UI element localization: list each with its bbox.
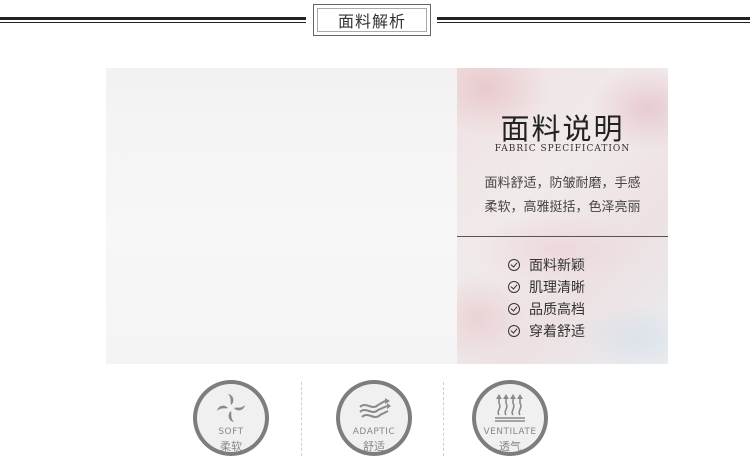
feature-label: 品质高档 <box>529 302 585 318</box>
check-circle-icon <box>508 259 520 271</box>
feature-label: 穿着舒适 <box>529 324 585 340</box>
feature-list: 面料新颖 肌理清晰 品质高档 穿着舒适 <box>508 254 585 342</box>
badge-label-en: SOFT <box>218 427 244 437</box>
spec-divider <box>457 236 668 237</box>
header-rule-left <box>0 15 306 27</box>
soft-icon <box>217 394 245 422</box>
feature-item: 品质高档 <box>508 298 585 320</box>
badge-label-en: VENTILATE <box>483 427 537 437</box>
check-circle-icon <box>508 325 520 337</box>
feature-item: 面料新颖 <box>508 254 585 276</box>
check-circle-icon <box>508 281 520 293</box>
divider <box>443 382 444 456</box>
section-title-box: 面料解析 <box>313 4 431 36</box>
check-circle-icon <box>508 303 520 315</box>
adaptic-icon <box>359 398 391 418</box>
section-title: 面料解析 <box>317 8 427 32</box>
badge-label-zh: 柔软 <box>220 440 242 453</box>
spec-description: 面料舒适，防皱耐磨，手感 柔软，高雅挺括，色泽亮丽 <box>457 172 668 220</box>
soft-badge: SOFT 柔软 <box>193 380 269 456</box>
feature-label: 肌理清晰 <box>529 280 585 296</box>
ventilate-icon <box>495 394 525 422</box>
spec-description-line: 面料舒适，防皱耐磨，手感 <box>484 176 641 191</box>
fabric-panel: 面料说明 FABRIC SPECIFICATION 面料舒适，防皱耐磨，手感 柔… <box>106 68 668 364</box>
spec-subtitle: FABRIC SPECIFICATION <box>494 144 631 154</box>
spec-title: 面料说明 <box>500 112 625 146</box>
badge-label-zh: 透气 <box>499 440 521 453</box>
feature-item: 穿着舒适 <box>508 320 585 342</box>
header-rule-right <box>437 15 750 27</box>
divider <box>301 382 302 456</box>
badge-label-zh: 舒适 <box>363 440 385 453</box>
badge-label-en: ADAPTIC <box>352 427 396 437</box>
feature-label: 面料新颖 <box>529 258 585 274</box>
adaptic-badge: ADAPTIC 舒适 <box>336 380 412 456</box>
feature-item: 肌理清晰 <box>508 276 585 298</box>
ventilate-badge: VENTILATE 透气 <box>472 380 548 456</box>
spec-description-line: 柔软，高雅挺括，色泽亮丽 <box>484 200 641 215</box>
